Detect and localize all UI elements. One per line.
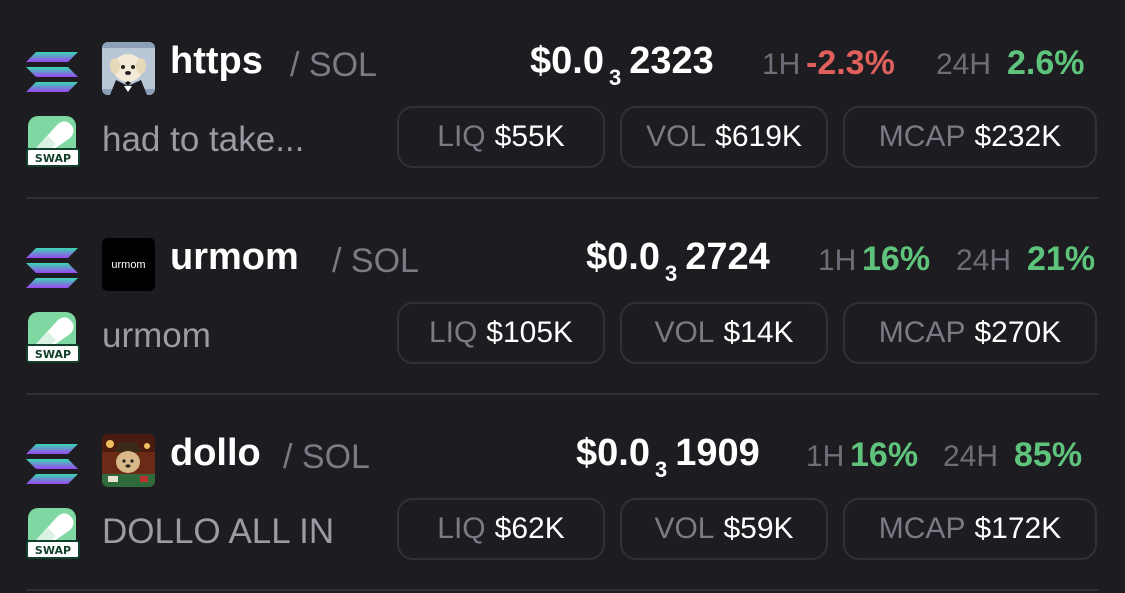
volume-pill: VOL $59K: [620, 498, 828, 560]
swap-pill-icon[interactable]: SWAP: [26, 114, 82, 170]
quote-pair: / SOL: [283, 438, 370, 476]
swap-text: SWAP: [35, 152, 71, 165]
timeframe-24h-label: 24H: [943, 440, 999, 473]
token-row-https[interactable]: https / SOL $0.0 3 2323 1H -2.3% 24H 2.6% …: [0, 0, 1125, 196]
solana-icon: [26, 50, 78, 94]
liquidity-value: $105K: [486, 316, 574, 349]
price-prefix: $0.0: [530, 40, 604, 82]
token-description: urmom: [102, 316, 211, 355]
token-row-dollo[interactable]: dollo / SOL $0.0 3 1909 1H 16% 24H 85% SWA…: [0, 392, 1125, 588]
swap-text: SWAP: [35, 544, 71, 557]
volume-value: $59K: [723, 512, 794, 545]
urmom-logo-avatar: urmom: [102, 238, 155, 291]
timeframe-24h-label: 24H: [936, 48, 992, 81]
timeframe-24h-label: 24H: [956, 244, 1012, 277]
volume-label: VOL: [654, 316, 715, 349]
row-divider: [26, 393, 1099, 395]
solana-icon: [26, 442, 78, 486]
liquidity-value: $55K: [494, 120, 565, 153]
token-price: $0.0 3 2724: [586, 236, 770, 286]
price-prefix: $0.0: [586, 236, 660, 278]
liquidity-pill: LIQ $105K: [397, 302, 605, 364]
volume-pill: VOL $619K: [620, 106, 828, 168]
price-digits: 2323: [629, 40, 714, 82]
change-1h: -2.3%: [806, 44, 895, 82]
price-zero-count: 3: [664, 261, 678, 286]
liquidity-pill: LIQ $62K: [397, 498, 605, 560]
volume-label: VOL: [654, 512, 715, 545]
liquidity-label: LIQ: [437, 120, 486, 153]
token-description: had to take...: [102, 120, 305, 159]
change-1h: 16%: [862, 240, 931, 278]
token-name[interactable]: https: [170, 40, 263, 83]
avatar-text: urmom: [111, 259, 145, 271]
change-1h: 16%: [850, 436, 919, 474]
liquidity-value: $62K: [494, 512, 565, 545]
change-24h: 21%: [1027, 240, 1096, 278]
liquidity-label: LIQ: [428, 316, 478, 349]
market-cap-label: MCAP: [878, 512, 966, 545]
timeframe-1h-label: 1H: [762, 48, 801, 81]
token-price: $0.0 3 1909: [576, 432, 760, 482]
price-prefix: $0.0: [576, 432, 650, 474]
market-cap-value: $270K: [974, 316, 1062, 349]
market-cap-pill: MCAP $232K: [843, 106, 1097, 168]
row-divider: [26, 589, 1099, 591]
timeframe-1h-label: 1H: [806, 440, 845, 473]
row-divider: [26, 197, 1099, 199]
liquidity-label: LIQ: [437, 512, 486, 545]
price-zero-count: 3: [608, 65, 622, 90]
market-cap-value: $172K: [974, 512, 1062, 545]
token-name[interactable]: dollo: [170, 432, 261, 475]
volume-value: $619K: [715, 120, 802, 153]
token-list: https / SOL $0.0 3 2323 1H -2.3% 24H 2.6% …: [0, 0, 1125, 593]
change-24h: 2.6%: [1007, 44, 1085, 82]
market-cap-label: MCAP: [878, 316, 966, 349]
swap-pill-icon[interactable]: SWAP: [26, 310, 82, 366]
market-cap-pill: MCAP $172K: [843, 498, 1097, 560]
swap-pill-icon[interactable]: SWAP: [26, 506, 82, 562]
swap-text: SWAP: [35, 348, 71, 361]
quote-pair: / SOL: [332, 242, 419, 280]
token-row-urmom[interactable]: urmom urmom / SOL $0.0 3 2724 1H 16% 24H 2…: [0, 196, 1125, 392]
liquidity-pill: LIQ $55K: [397, 106, 605, 168]
volume-value: $14K: [723, 316, 794, 349]
dog-in-tuxedo-avatar: [102, 42, 155, 95]
price-digits: 2724: [685, 236, 770, 278]
market-cap-label: MCAP: [878, 120, 966, 153]
volume-label: VOL: [646, 120, 707, 153]
token-price: $0.0 3 2323: [530, 40, 714, 90]
timeframe-1h-label: 1H: [818, 244, 857, 277]
market-cap-pill: MCAP $270K: [843, 302, 1097, 364]
solana-icon: [26, 246, 78, 290]
token-description: DOLLO ALL IN: [102, 512, 335, 551]
dog-at-poker-table-avatar: [102, 434, 155, 487]
price-zero-count: 3: [654, 457, 668, 482]
quote-pair: / SOL: [290, 46, 377, 84]
price-digits: 1909: [675, 432, 760, 474]
volume-pill: VOL $14K: [620, 302, 828, 364]
change-24h: 85%: [1014, 436, 1083, 474]
token-name[interactable]: urmom: [170, 236, 299, 279]
market-cap-value: $232K: [974, 120, 1062, 153]
